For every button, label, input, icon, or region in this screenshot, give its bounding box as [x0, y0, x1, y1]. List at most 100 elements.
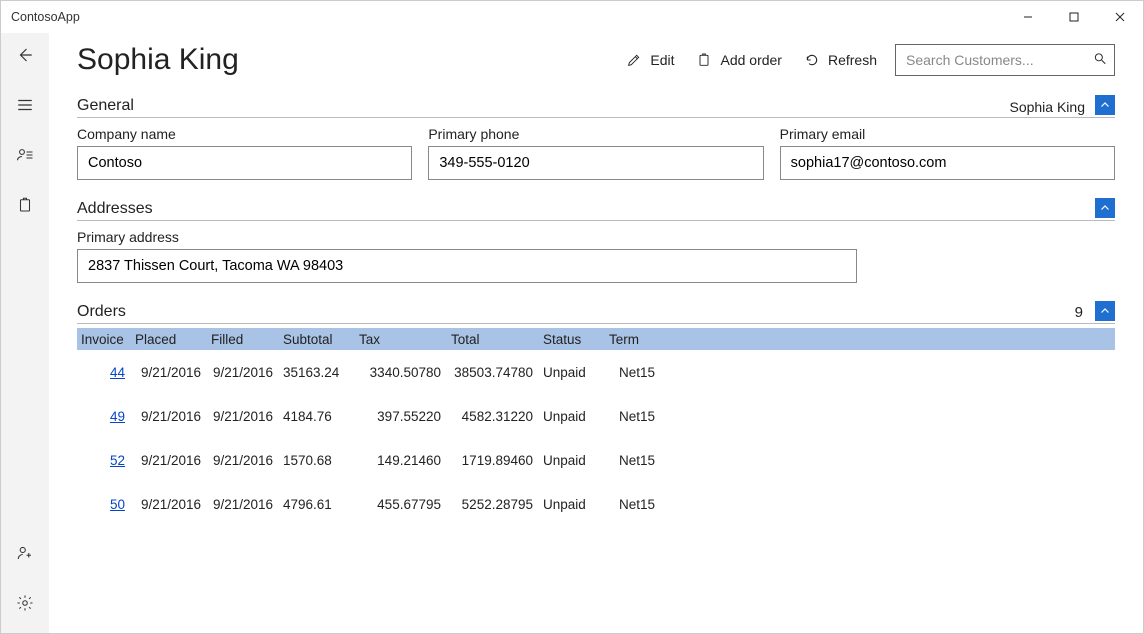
col-status: Status [543, 332, 609, 347]
field-primary-address: Primary address [77, 225, 857, 283]
orders-table-body: 449/21/20169/21/201635163.243340.5078038… [77, 350, 1115, 526]
general-fields: Company name Primary phone Primary email [77, 122, 1115, 180]
customers-nav[interactable] [5, 137, 45, 173]
col-filled: Filled [211, 332, 283, 347]
toolbar: Edit Add order Refresh [626, 52, 877, 68]
cell-subtotal: 35163.24 [283, 365, 359, 380]
col-tax: Tax [359, 332, 451, 347]
col-subtotal: Subtotal [283, 332, 359, 347]
phone-input[interactable] [428, 146, 763, 180]
refresh-label: Refresh [828, 52, 877, 68]
cell-placed: 9/21/2016 [135, 409, 211, 424]
edit-button[interactable]: Edit [626, 52, 674, 68]
cell-filled: 9/21/2016 [211, 365, 283, 380]
back-icon [16, 46, 34, 64]
menu-icon [16, 96, 34, 114]
col-total: Total [451, 332, 543, 347]
cell-subtotal: 1570.68 [283, 453, 359, 468]
orders-count: 9 [1075, 304, 1083, 321]
cell-status: Unpaid [543, 409, 609, 424]
add-order-button[interactable]: Add order [696, 52, 781, 68]
collapse-orders-button[interactable] [1095, 301, 1115, 321]
package-icon [16, 196, 34, 214]
invoice-link[interactable]: 44 [110, 365, 125, 380]
col-placed: Placed [135, 332, 211, 347]
search-input[interactable] [895, 44, 1115, 76]
settings-icon [16, 594, 34, 612]
minimize-button[interactable] [1005, 1, 1051, 33]
maximize-button[interactable] [1051, 1, 1097, 33]
cell-placed: 9/21/2016 [135, 497, 211, 512]
phone-label: Primary phone [428, 126, 763, 142]
cell-total: 4582.31220 [451, 409, 543, 424]
cell-filled: 9/21/2016 [211, 453, 283, 468]
add-order-label: Add order [720, 52, 781, 68]
menu-button[interactable] [5, 87, 45, 123]
cell-subtotal: 4796.61 [283, 497, 359, 512]
collapse-general-button[interactable] [1095, 95, 1115, 115]
search-wrap [895, 44, 1115, 76]
cell-tax: 3340.50780 [359, 365, 451, 380]
cell-tax: 397.55220 [359, 409, 451, 424]
field-email: Primary email [780, 122, 1115, 180]
field-company: Company name [77, 122, 412, 180]
email-label: Primary email [780, 126, 1115, 142]
addresses-fields: Primary address [77, 225, 1115, 283]
back-button[interactable] [5, 37, 45, 73]
close-button[interactable] [1097, 1, 1143, 33]
section-orders-title: Orders [77, 303, 126, 321]
company-label: Company name [77, 126, 412, 142]
section-orders-header: Orders 9 [77, 301, 1115, 324]
pencil-icon [626, 52, 642, 68]
cell-status: Unpaid [543, 365, 609, 380]
clipboard-icon [696, 52, 712, 68]
refresh-icon [804, 52, 820, 68]
cell-total: 5252.28795 [451, 497, 543, 512]
company-input[interactable] [77, 146, 412, 180]
field-phone: Primary phone [428, 122, 763, 180]
col-term: Term [609, 332, 665, 347]
cell-subtotal: 4184.76 [283, 409, 359, 424]
collapse-addresses-button[interactable] [1095, 198, 1115, 218]
cell-total: 1719.89460 [451, 453, 543, 468]
section-general-title: General [77, 97, 134, 115]
chevron-up-icon [1099, 99, 1111, 111]
primary-address-label: Primary address [77, 229, 857, 245]
chevron-up-icon [1099, 202, 1111, 214]
primary-address-input[interactable] [77, 249, 857, 283]
email-input[interactable] [780, 146, 1115, 180]
table-row[interactable]: 499/21/20169/21/20164184.76397.552204582… [77, 394, 1115, 438]
titlebar: ContosoApp [1, 1, 1143, 33]
cell-placed: 9/21/2016 [135, 453, 211, 468]
settings-nav[interactable] [5, 585, 45, 621]
invoice-link[interactable]: 49 [110, 409, 125, 424]
cell-placed: 9/21/2016 [135, 365, 211, 380]
cell-term: Net15 [609, 409, 665, 424]
edit-label: Edit [650, 52, 674, 68]
page-header: Sophia King Edit Add order Refresh [77, 43, 1115, 77]
cell-status: Unpaid [543, 497, 609, 512]
invoice-link[interactable]: 50 [110, 497, 125, 512]
table-row[interactable]: 529/21/20169/21/20161570.68149.214601719… [77, 438, 1115, 482]
people-icon [16, 146, 34, 164]
orders-table-header[interactable]: Invoice Placed Filled Subtotal Tax Total… [77, 328, 1115, 350]
col-invoice: Invoice [81, 332, 135, 347]
table-row[interactable]: 509/21/20169/21/20164796.61455.677955252… [77, 482, 1115, 526]
orders-nav[interactable] [5, 187, 45, 223]
cell-total: 38503.74780 [451, 365, 543, 380]
window-title: ContosoApp [11, 10, 80, 24]
cell-filled: 9/21/2016 [211, 497, 283, 512]
add-user-nav[interactable] [5, 535, 45, 571]
table-row[interactable]: 449/21/20169/21/201635163.243340.5078038… [77, 350, 1115, 394]
cell-filled: 9/21/2016 [211, 409, 283, 424]
cell-term: Net15 [609, 365, 665, 380]
invoice-link[interactable]: 52 [110, 453, 125, 468]
main-content: Sophia King Edit Add order Refresh [49, 33, 1143, 633]
page-title: Sophia King [77, 43, 239, 77]
cell-term: Net15 [609, 453, 665, 468]
section-general-header: General Sophia King [77, 95, 1115, 118]
cell-tax: 455.67795 [359, 497, 451, 512]
section-addresses-header: Addresses [77, 198, 1115, 221]
refresh-button[interactable]: Refresh [804, 52, 877, 68]
cell-term: Net15 [609, 497, 665, 512]
